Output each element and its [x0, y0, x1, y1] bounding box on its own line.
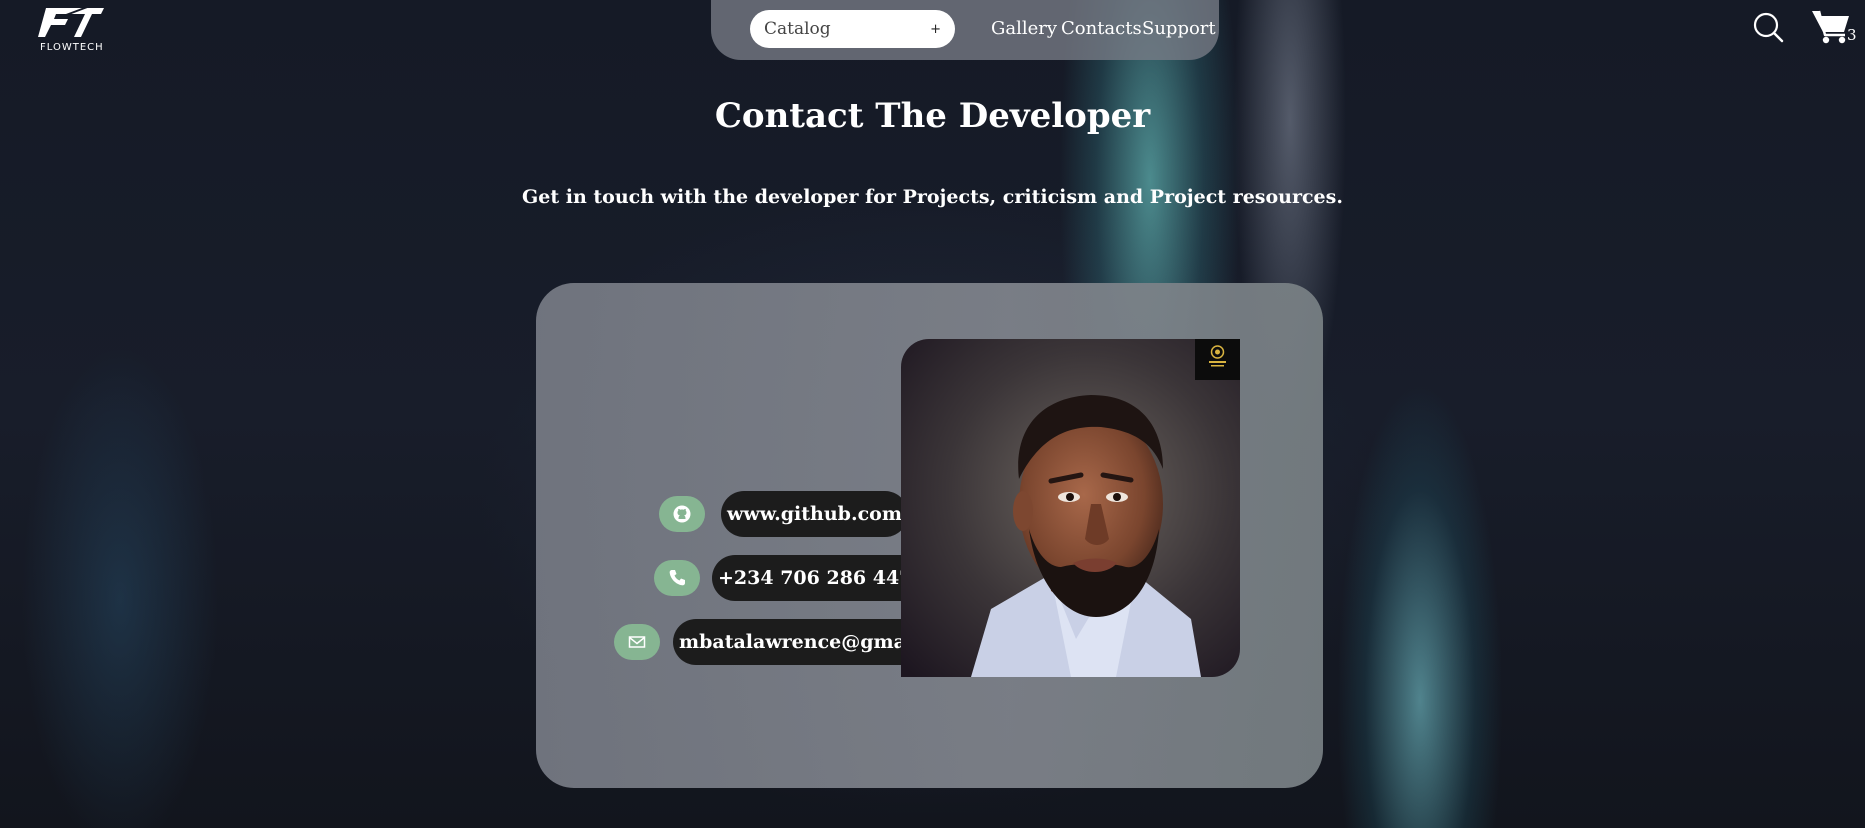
page-title: Contact The Developer	[714, 96, 1151, 136]
phone-icon[interactable]	[654, 560, 700, 596]
catalog-label: Catalog	[764, 19, 831, 39]
github-icon[interactable]	[659, 496, 705, 532]
cart-count-badge: 3	[1847, 26, 1857, 44]
catalog-dropdown[interactable]: Catalog +	[750, 10, 955, 48]
github-link[interactable]: www.github.com	[721, 491, 908, 537]
mail-icon[interactable]	[614, 624, 660, 660]
brand-logo[interactable]: FLOWTECH	[38, 4, 108, 53]
top-navbar: Catalog + Gallery Contacts Support	[711, 0, 1219, 60]
watermark-badge	[1195, 339, 1240, 380]
contact-row-github: www.github.com	[659, 491, 908, 537]
portrait-image	[901, 339, 1240, 677]
search-icon[interactable]	[1752, 11, 1784, 43]
plus-icon: +	[930, 21, 941, 37]
page-subtitle: Get in touch with the developer for Proj…	[522, 186, 1343, 208]
flowtech-logo-icon	[38, 5, 104, 37]
nav-link-gallery[interactable]: Gallery	[991, 18, 1057, 39]
cart-icon[interactable]	[1811, 8, 1851, 44]
logo-text: FLOWTECH	[40, 42, 104, 53]
nav-link-support[interactable]: Support	[1142, 18, 1216, 39]
contact-row-phone: +234 706 286 4478	[654, 555, 932, 601]
phone-number[interactable]: +234 706 286 4478	[712, 555, 932, 601]
developer-photo	[901, 339, 1240, 677]
nav-link-contacts[interactable]: Contacts	[1061, 18, 1142, 39]
